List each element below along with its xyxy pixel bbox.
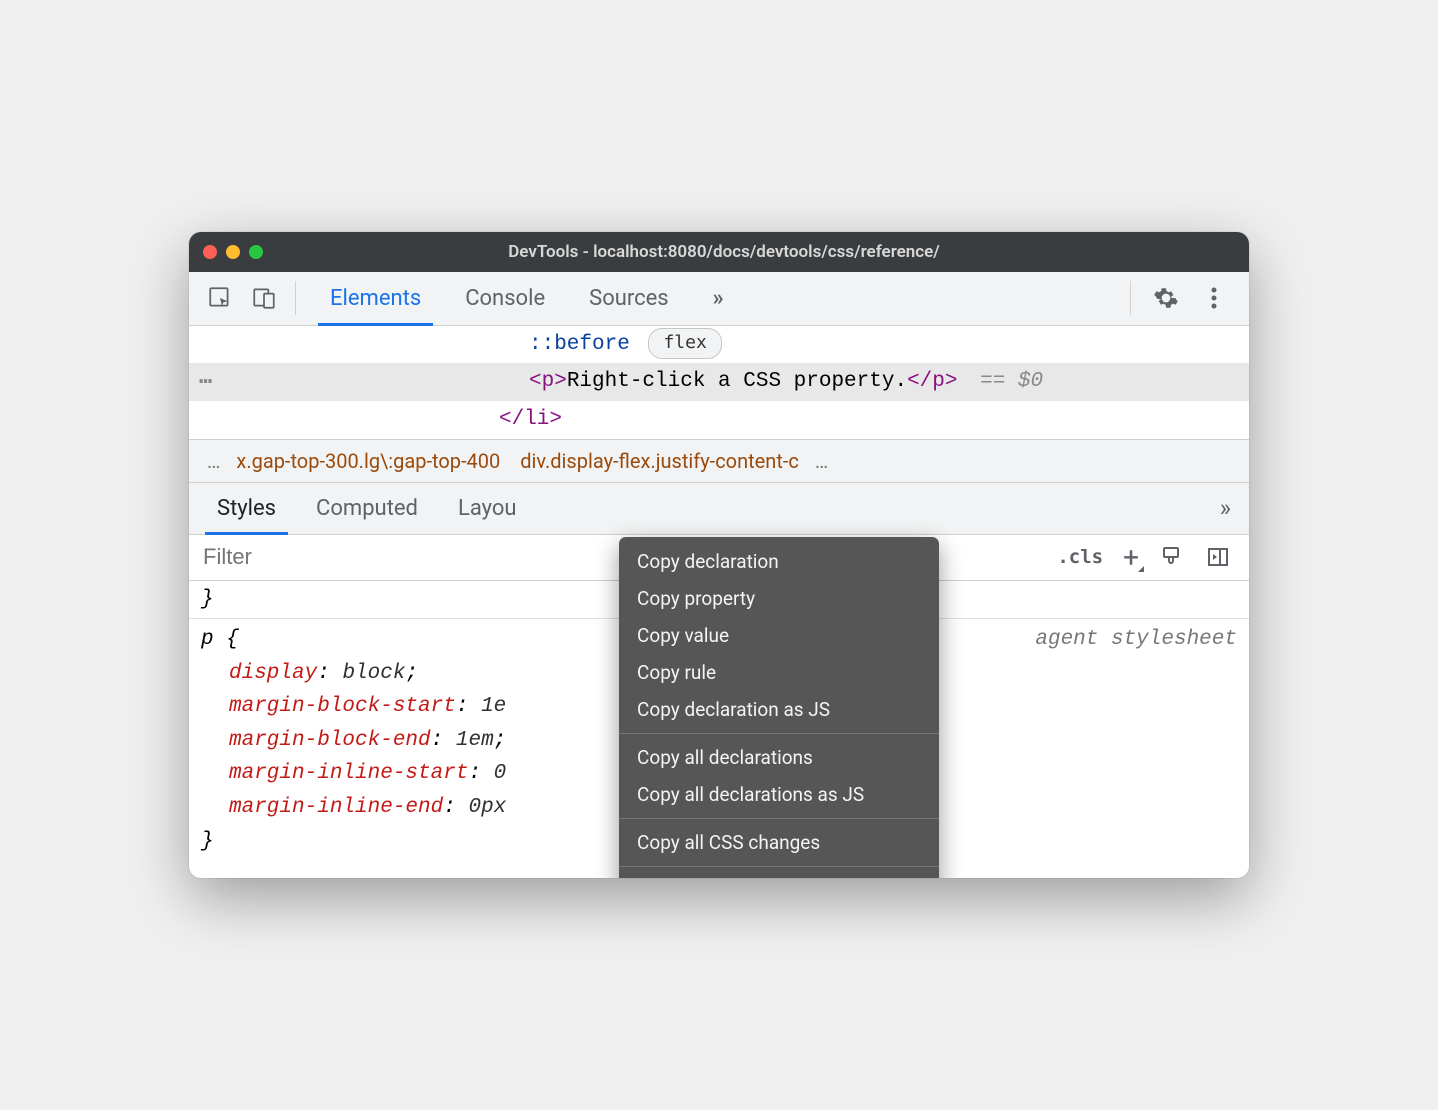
- close-window-button[interactable]: [203, 245, 217, 259]
- menu-separator: [619, 733, 939, 734]
- breadcrumb-ellipsis-left[interactable]: …: [201, 449, 226, 473]
- context-menu: Copy declaration Copy property Copy valu…: [619, 537, 939, 879]
- settings-icon[interactable]: [1153, 285, 1179, 311]
- menu-copy-all-declarations[interactable]: Copy all declarations: [619, 739, 939, 776]
- more-tabs-button[interactable]: »: [691, 272, 746, 325]
- node-text: Right-click a CSS property.: [567, 370, 907, 393]
- breadcrumb-item[interactable]: div.display-flex.justify-content-c: [510, 449, 809, 473]
- window-title: DevTools - localhost:8080/docs/devtools/…: [263, 242, 1185, 262]
- traffic-lights: [203, 245, 263, 259]
- panel-tabs: Elements Console Sources »: [296, 272, 1130, 325]
- paint-brush-icon[interactable]: [1159, 544, 1185, 570]
- close-tag: </p>: [907, 370, 957, 393]
- pseudo-selector: ::before: [529, 333, 630, 356]
- device-toggle-icon[interactable]: [251, 285, 277, 311]
- menu-separator: [619, 818, 939, 819]
- console-ref: == $0: [980, 370, 1043, 393]
- breadcrumb-ellipsis-right[interactable]: …: [809, 449, 834, 473]
- menu-copy-declaration[interactable]: Copy declaration: [619, 543, 939, 580]
- sub-tab-layout[interactable]: Layou: [438, 483, 537, 534]
- inspect-element-icon[interactable]: [207, 285, 233, 311]
- minimize-window-button[interactable]: [226, 245, 240, 259]
- sub-tab-computed[interactable]: Computed: [296, 483, 438, 534]
- menu-copy-declaration-js[interactable]: Copy declaration as JS: [619, 691, 939, 728]
- styles-sub-tabs: Styles Computed Layou »: [189, 483, 1249, 535]
- main-toolbar: Elements Console Sources »: [189, 272, 1249, 326]
- tab-elements[interactable]: Elements: [308, 272, 443, 325]
- menu-copy-rule[interactable]: Copy rule: [619, 654, 939, 691]
- dom-pseudo-element[interactable]: ::before flex: [189, 326, 1249, 364]
- sub-tab-styles[interactable]: Styles: [197, 483, 296, 534]
- dom-tree[interactable]: ::before flex <p>Right-click a CSS prope…: [189, 326, 1249, 439]
- breadcrumb-item[interactable]: x.gap-top-300.lg\:gap-top-400: [226, 449, 510, 473]
- open-tag: <p>: [529, 370, 567, 393]
- new-style-rule-button[interactable]: +: [1123, 541, 1139, 574]
- tab-console[interactable]: Console: [443, 272, 567, 325]
- kebab-menu-icon[interactable]: [1201, 285, 1227, 311]
- cls-toggle[interactable]: .cls: [1057, 546, 1103, 568]
- menu-copy-value[interactable]: Copy value: [619, 617, 939, 654]
- stylesheet-origin: agent stylesheet: [1035, 623, 1237, 657]
- more-sub-tabs-button[interactable]: »: [1202, 494, 1249, 522]
- rule-selector[interactable]: p {: [201, 623, 239, 657]
- dom-selected-node[interactable]: <p>Right-click a CSS property.</p> == $0: [189, 363, 1249, 401]
- flex-badge[interactable]: flex: [648, 328, 721, 359]
- menu-copy-property[interactable]: Copy property: [619, 580, 939, 617]
- maximize-window-button[interactable]: [249, 245, 263, 259]
- toggle-sidebar-icon[interactable]: [1205, 544, 1231, 570]
- dom-closing-tag[interactable]: </li>: [189, 401, 1249, 439]
- menu-copy-all-declarations-js[interactable]: Copy all declarations as JS: [619, 776, 939, 813]
- tab-sources[interactable]: Sources: [567, 272, 691, 325]
- devtools-window: DevTools - localhost:8080/docs/devtools/…: [189, 232, 1249, 879]
- menu-view-computed-value[interactable]: View computed value: [619, 872, 939, 879]
- menu-copy-all-css-changes[interactable]: Copy all CSS changes: [619, 824, 939, 861]
- dom-breadcrumb[interactable]: … x.gap-top-300.lg\:gap-top-400 div.disp…: [189, 439, 1249, 483]
- titlebar: DevTools - localhost:8080/docs/devtools/…: [189, 232, 1249, 272]
- menu-separator: [619, 866, 939, 867]
